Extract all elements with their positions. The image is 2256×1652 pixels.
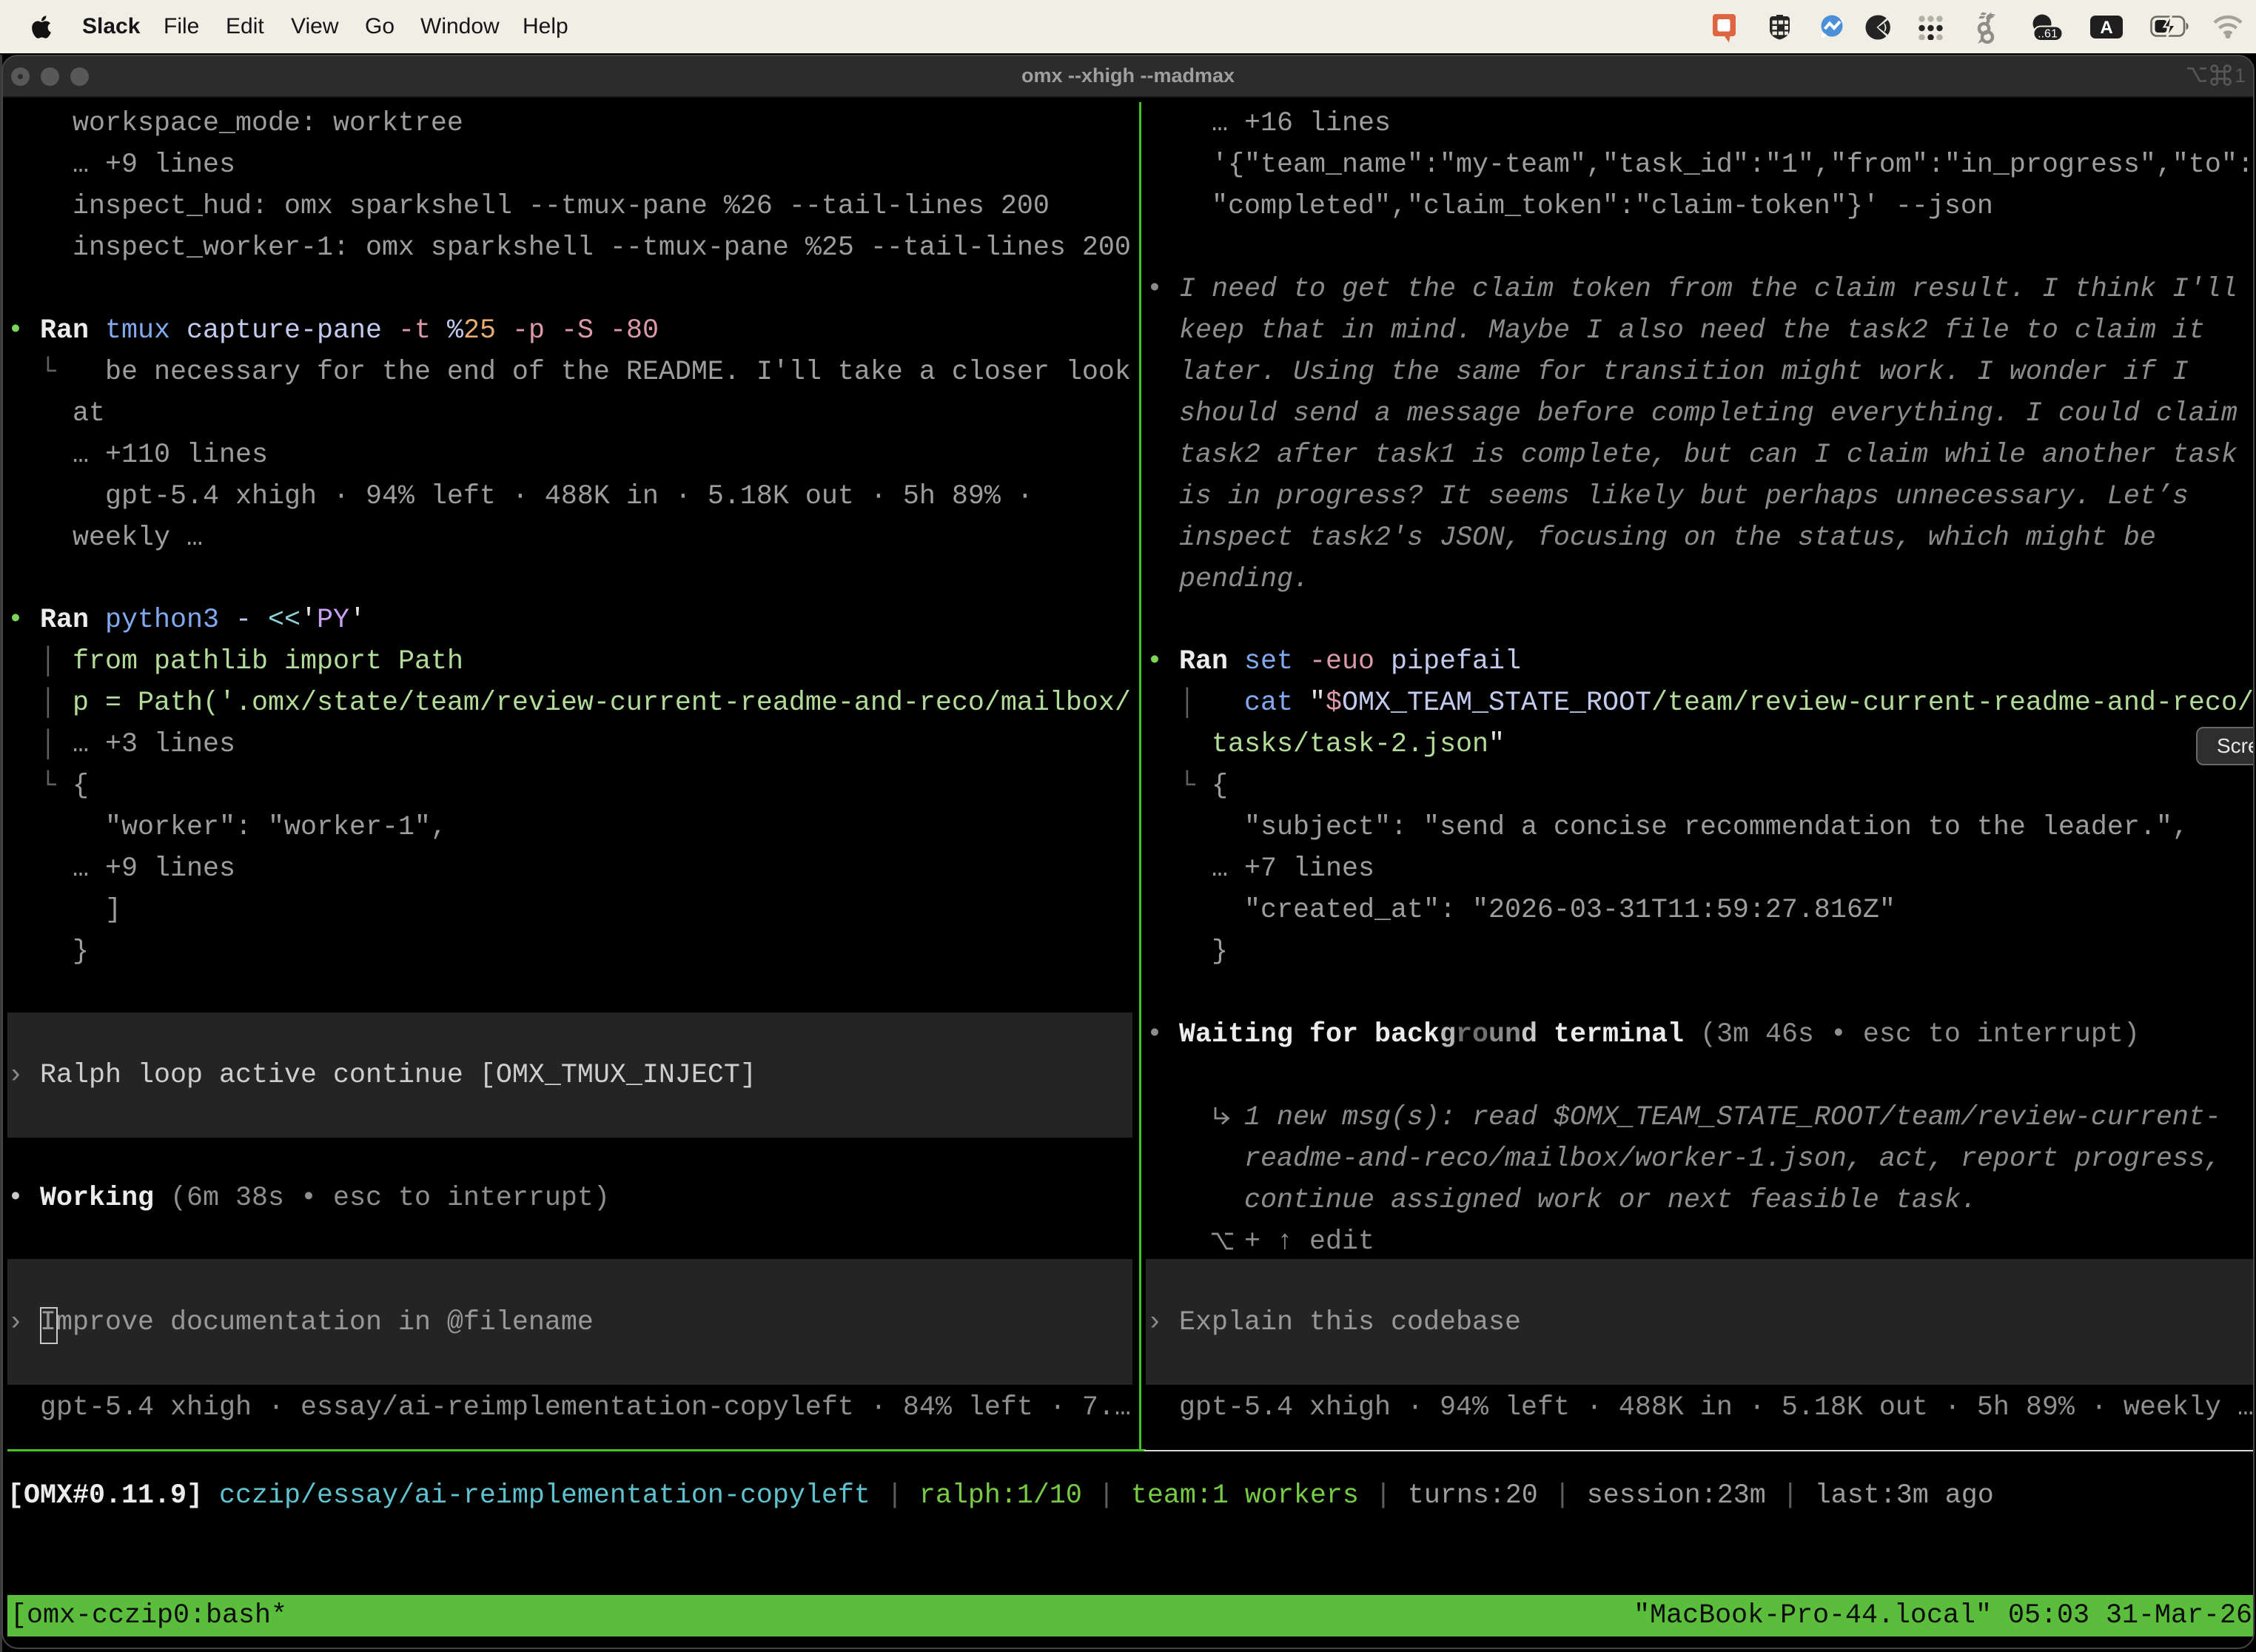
svg-text:A: A bbox=[2100, 18, 2112, 38]
svg-text:..61: ..61 bbox=[2038, 28, 2058, 41]
